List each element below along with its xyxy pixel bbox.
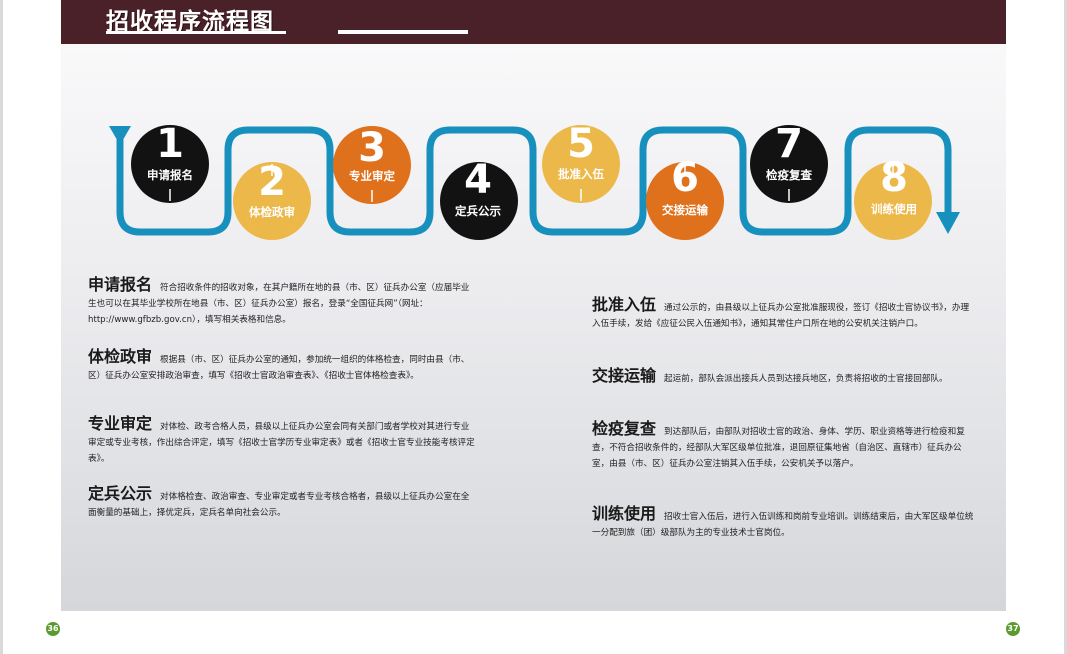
step-number: 3 [358, 125, 386, 171]
description-heading: 交接运输 [592, 366, 657, 385]
title-underline-accent [338, 30, 468, 34]
description-heading: 批准入伍 [592, 295, 657, 314]
description-training: 训练使用 招收士官入伍后，进行入伍训练和岗前专业培训。训练结束后，由大军区级单位统… [592, 506, 976, 541]
page-frame-left [0, 0, 3, 654]
description-heading: 检疫复查 [592, 419, 657, 438]
description-recheck: 检疫复查 到达部队后，由部队对招收士官的政治、身体、学历、职业资格等进行检疫和复查… [592, 421, 976, 472]
step-label: 检疫复查 [766, 168, 812, 182]
description-publicity: 定兵公示 对体格检查、政治审查、专业审定或者专业考核合格者，县级以上征兵办公室在全… [88, 486, 476, 521]
description-heading: 申请报名 [88, 275, 153, 294]
description-heading: 体检政审 [88, 347, 153, 366]
description-review: 专业审定 对体检、政考合格人员，县级以上征兵办公室会同有关部门或者学校对其进行专业… [88, 416, 476, 467]
description-apply: 申请报名 符合招收条件的招收对象，在其户籍所在地的县（市、区）征兵办公室（应届毕业… [88, 277, 476, 328]
step-number: 4 [464, 157, 492, 203]
step-label: 训练使用 [871, 202, 917, 216]
description-transport: 交接运输 起运前，部队会派出接兵人员到达接兵地区，负责将招收的士官接回部队。 [592, 368, 976, 387]
step-number: 2 [258, 159, 286, 205]
step-label: 批准入伍 [558, 167, 604, 181]
flow-end-arrow [936, 212, 960, 234]
step-number: 1 [156, 121, 184, 167]
step-number: 8 [880, 155, 908, 201]
description-physical: 体检政审 根据县（市、区）征兵办公室的通知，参加统一组织的体格检查，同时由县（市、… [88, 349, 476, 384]
description-text: 起运前，部队会派出接兵人员到达接兵地区，负责将招收的士官接回部队。 [664, 374, 948, 384]
description-heading: 定兵公示 [88, 484, 153, 503]
flow-chart [109, 125, 960, 240]
step-label: 体检政审 [249, 205, 295, 219]
page-number-left: 36 [46, 622, 60, 636]
title-underline [106, 31, 286, 34]
step-label: 申请报名 [147, 168, 193, 182]
step-label: 定兵公示 [455, 204, 501, 218]
step-label: 交接运输 [662, 203, 708, 217]
step-number: 7 [775, 121, 803, 167]
step-number: 6 [671, 155, 699, 201]
page-number-right: 37 [1006, 622, 1020, 636]
description-heading: 训练使用 [592, 504, 657, 523]
flow-start-arrow [109, 126, 131, 145]
step-label: 专业审定 [349, 169, 395, 183]
step-number: 5 [567, 121, 595, 167]
description-heading: 专业审定 [88, 414, 153, 433]
description-enlist: 批准入伍 通过公示的，由县级以上征兵办公室批准服现役，签订《招收士官协议书》，办理… [592, 297, 976, 332]
